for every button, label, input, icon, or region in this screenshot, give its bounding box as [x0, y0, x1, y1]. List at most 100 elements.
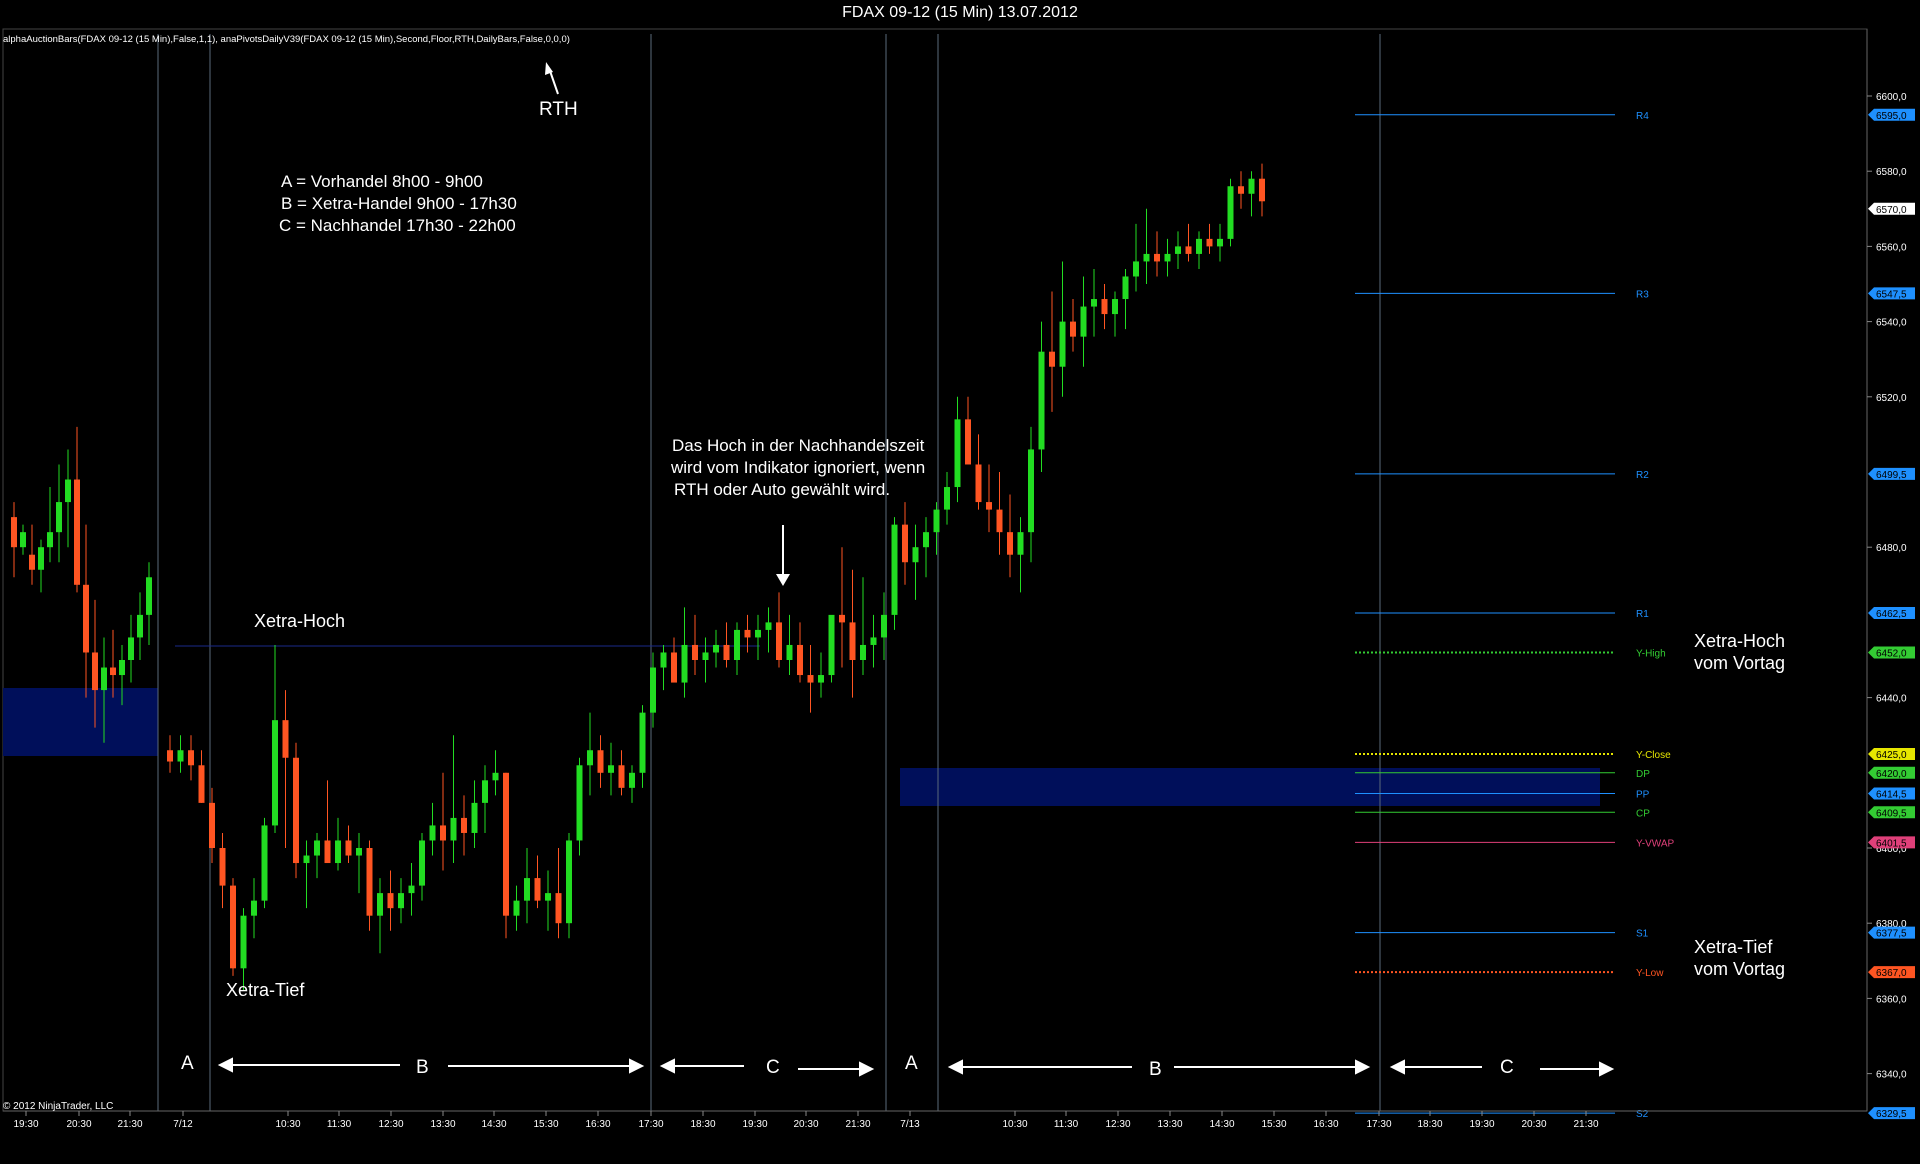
price-tag-value: 6547,5	[1876, 289, 1907, 300]
note-line2: wird vom Indikator ignoriert, wenn	[670, 458, 925, 477]
session-b-1: B	[416, 1057, 429, 1078]
x-tick-label: 16:30	[585, 1119, 610, 1130]
pivot-label: Y-VWAP	[1636, 838, 1674, 849]
candle	[755, 614, 761, 660]
price-tag-value: 6367,0	[1876, 968, 1907, 979]
price-tag: 6409,5	[1868, 806, 1915, 819]
candle	[1206, 223, 1213, 254]
candle	[56, 464, 62, 563]
candle	[110, 629, 116, 698]
pivot-lines: R4 R3 R2 R1 Y-High Y-Close DP PP CP Y-VWAP S1 Y-Low…	[1355, 111, 1674, 1120]
session-a-2: A	[905, 1053, 918, 1074]
pivot-label: PP	[1636, 789, 1650, 800]
candle	[230, 878, 236, 976]
pivot-label: R4	[1636, 111, 1649, 122]
candle	[797, 622, 803, 683]
x-tick-label: 12:30	[378, 1119, 403, 1130]
price-tags: 6595,0 6570,0 6547,5 6499,5 6462,5 6452,0 6425…	[1868, 108, 1915, 1120]
candle	[1112, 291, 1118, 337]
candle	[1049, 291, 1055, 412]
candle	[1143, 208, 1150, 284]
candle	[1070, 299, 1076, 352]
price-tag-value: 6377,5	[1876, 929, 1907, 940]
legend-b: B = Xetra-Handel 9h00 - 17h30	[281, 194, 517, 213]
y-tick-label: 6480,0	[1876, 543, 1907, 554]
candle	[944, 472, 950, 525]
x-tick-label: 19:30	[742, 1119, 767, 1130]
pivot-label: S1	[1636, 929, 1649, 940]
candle	[671, 637, 677, 683]
candle	[912, 524, 919, 600]
y-tick-label: 6580,0	[1876, 167, 1907, 178]
x-tick-label: 20:30	[793, 1119, 818, 1130]
price-tag-value: 6425,0	[1876, 750, 1907, 761]
candle	[629, 765, 635, 803]
candle	[545, 870, 551, 931]
candle	[65, 449, 71, 548]
rth-label: RTH	[539, 99, 578, 120]
chart-panel[interactable]: R4 R3 R2 R1 Y-High Y-Close DP PP CP Y-VWAP S1 Y-Low…	[0, 26, 1920, 1159]
x-tick-label: 7/12	[173, 1119, 193, 1130]
xetra-hoch-vortag-1: Xetra-Hoch	[1694, 631, 1785, 651]
candle	[702, 637, 709, 683]
candle	[765, 607, 772, 653]
price-tag: 6425,0	[1868, 748, 1915, 761]
x-tick-label: 18:30	[1417, 1119, 1442, 1130]
candle	[419, 832, 425, 901]
candle	[198, 750, 205, 803]
candle	[356, 832, 362, 894]
candle	[1059, 261, 1066, 397]
candle	[261, 817, 268, 909]
price-chart[interactable]: R4 R3 R2 R1 Y-High Y-Close DP PP CP Y-VWAP S1 Y-Low…	[0, 26, 1920, 1159]
candle	[366, 840, 373, 931]
candle	[1017, 517, 1024, 593]
x-tick-label: 14:30	[1209, 1119, 1234, 1130]
price-tag-value: 6329,5	[1876, 1109, 1907, 1120]
candle	[1248, 171, 1255, 217]
candle	[335, 817, 341, 871]
candle	[492, 750, 499, 796]
xetra-hoch-vortag-2: vom Vortag	[1694, 653, 1785, 673]
candle	[1164, 238, 1171, 277]
candle	[240, 908, 247, 991]
candle	[587, 712, 593, 796]
candle	[1185, 223, 1192, 262]
candle	[1007, 494, 1013, 578]
x-tick-label: 11:30	[1054, 1119, 1079, 1130]
candle	[513, 885, 520, 931]
candle	[723, 622, 730, 668]
value-area-day1	[3, 688, 158, 756]
candle	[47, 487, 53, 563]
pivot-label: Y-High	[1636, 648, 1666, 659]
xetra-hoch-label: Xetra-Hoch	[254, 611, 345, 631]
price-tag: 6452,0	[1868, 646, 1915, 659]
pivot-label: CP	[1636, 808, 1650, 819]
candle	[345, 825, 352, 864]
pivot-label: Y-Close	[1636, 750, 1671, 761]
note-line3: RTH oder Auto gewählt wird.	[674, 480, 890, 499]
x-tick-label: 15:30	[533, 1119, 558, 1130]
candle	[303, 840, 310, 909]
candle	[1038, 321, 1045, 472]
candle	[786, 614, 793, 676]
copyright: © 2012 NinjaTrader, LLC	[3, 1101, 113, 1112]
candle	[639, 705, 646, 788]
window-title: FDAX 09-12 (15 Min) 13.07.2012	[0, 0, 1920, 26]
candle	[377, 878, 383, 954]
candle	[839, 547, 845, 668]
candle	[450, 735, 457, 864]
x-tick-label: 13:30	[1157, 1119, 1182, 1130]
candle	[1122, 268, 1129, 330]
session-c-1: C	[766, 1057, 780, 1078]
candle	[146, 562, 152, 645]
candle	[681, 607, 688, 698]
y-tick-label: 6540,0	[1876, 318, 1907, 329]
price-tag: 6499,5	[1868, 467, 1915, 481]
session-c-2: C	[1500, 1057, 1514, 1078]
price-tag: 6462,5	[1868, 607, 1915, 620]
candle	[167, 735, 173, 773]
candle	[954, 396, 961, 503]
candle	[524, 848, 530, 924]
candle	[566, 832, 572, 939]
x-tick-label: 11:30	[327, 1119, 352, 1130]
